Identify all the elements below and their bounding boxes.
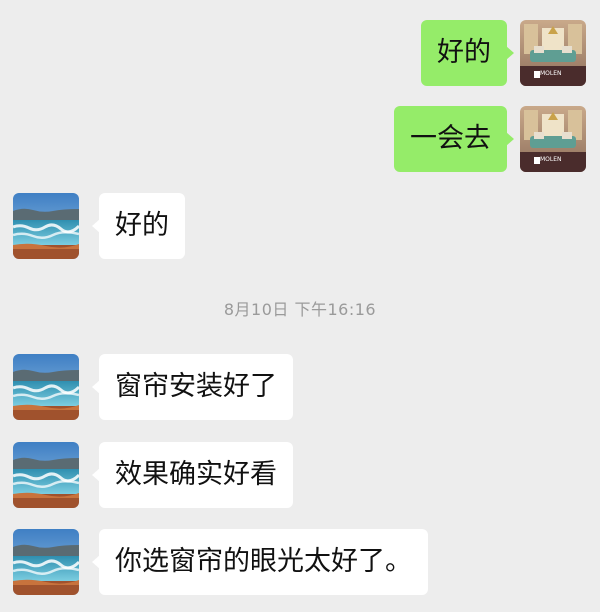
avatar-logo-text: MOLEN [540, 70, 562, 77]
seascape-photo-icon [13, 354, 79, 420]
contact-avatar[interactable] [13, 442, 79, 508]
contact-avatar[interactable] [13, 354, 79, 420]
message-bubble-received[interactable]: 效果确实好看 [92, 442, 293, 508]
contact-avatar[interactable] [13, 193, 79, 259]
avatar-logo-text: MOLEN [540, 156, 562, 163]
message-bubble-received[interactable]: 窗帘安装好了 [92, 354, 293, 420]
my-avatar[interactable]: MOLEN [520, 106, 586, 172]
message-bubble-sent[interactable]: 好的 [421, 20, 514, 86]
message-timestamp: 8月10日 下午16:16 [223, 300, 377, 319]
seascape-photo-icon [13, 529, 79, 595]
message-bubble-received[interactable]: 好的 [92, 193, 185, 259]
message-bubble-sent[interactable]: 一会去 [394, 106, 514, 172]
message-bubble-received[interactable]: 你选窗帘的眼光太好了。 [92, 529, 428, 595]
seascape-photo-icon [13, 193, 79, 259]
seascape-photo-icon [13, 442, 79, 508]
contact-avatar[interactable] [13, 529, 79, 595]
my-avatar[interactable]: MOLEN [520, 20, 586, 86]
